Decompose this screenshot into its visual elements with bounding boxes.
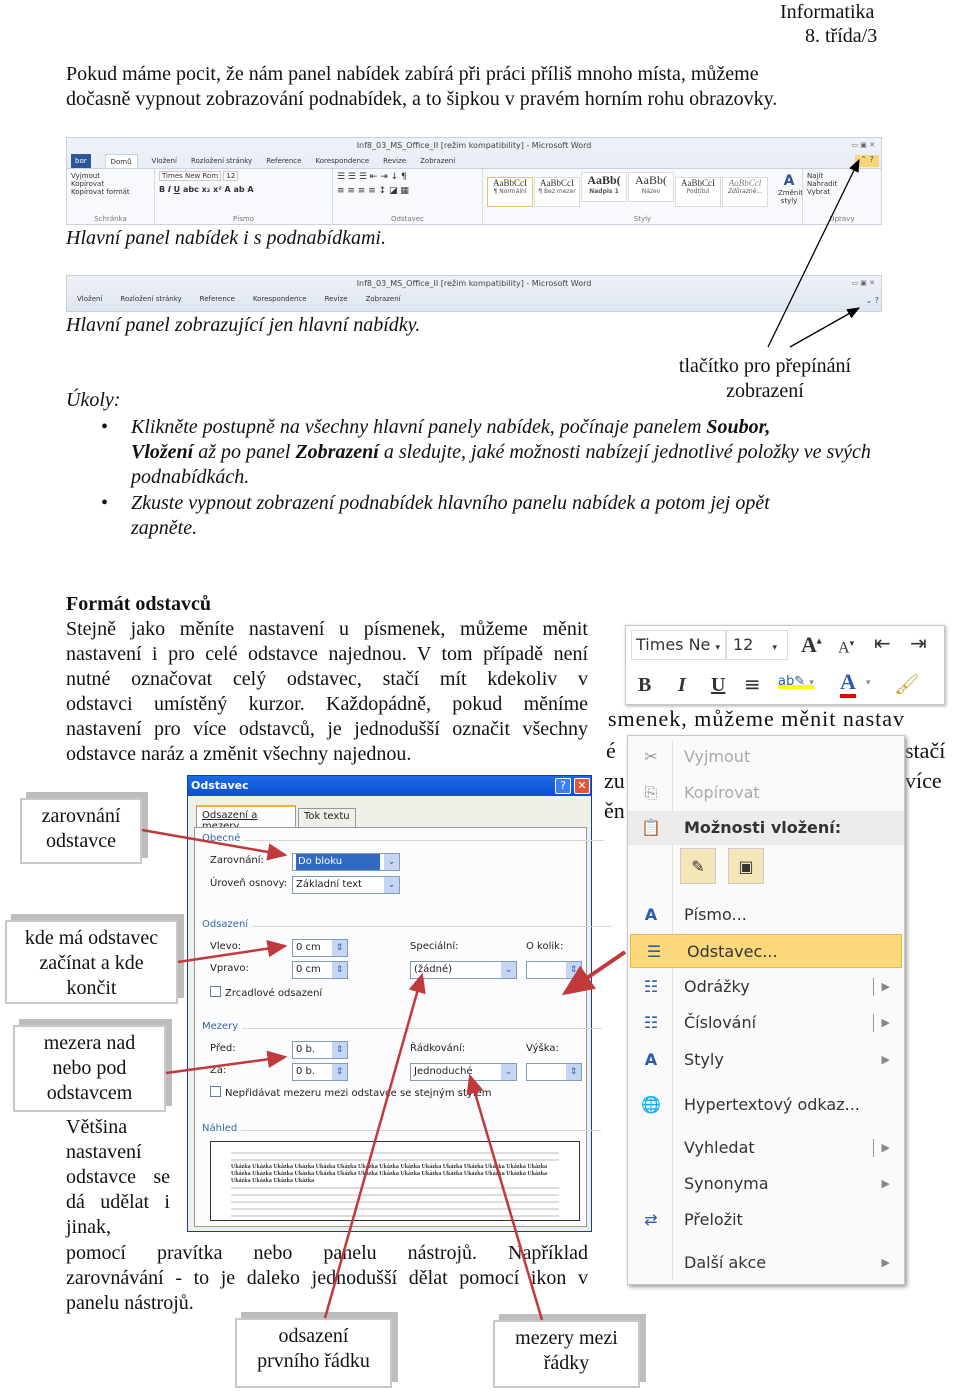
- arrow-to-min-toggle: [789, 307, 861, 348]
- arrow-spacing: [165, 1050, 288, 1075]
- arrow-paragraph-menu: [561, 950, 627, 996]
- annotation-arrows: [141, 158, 861, 1321]
- arrow-indent: [177, 939, 288, 964]
- arrow-alignment: [141, 828, 288, 861]
- arrow-line-spacing: [466, 1073, 544, 1321]
- arrow-first-line: [323, 972, 426, 1319]
- arrow-to-full-toggle: [767, 158, 860, 348]
